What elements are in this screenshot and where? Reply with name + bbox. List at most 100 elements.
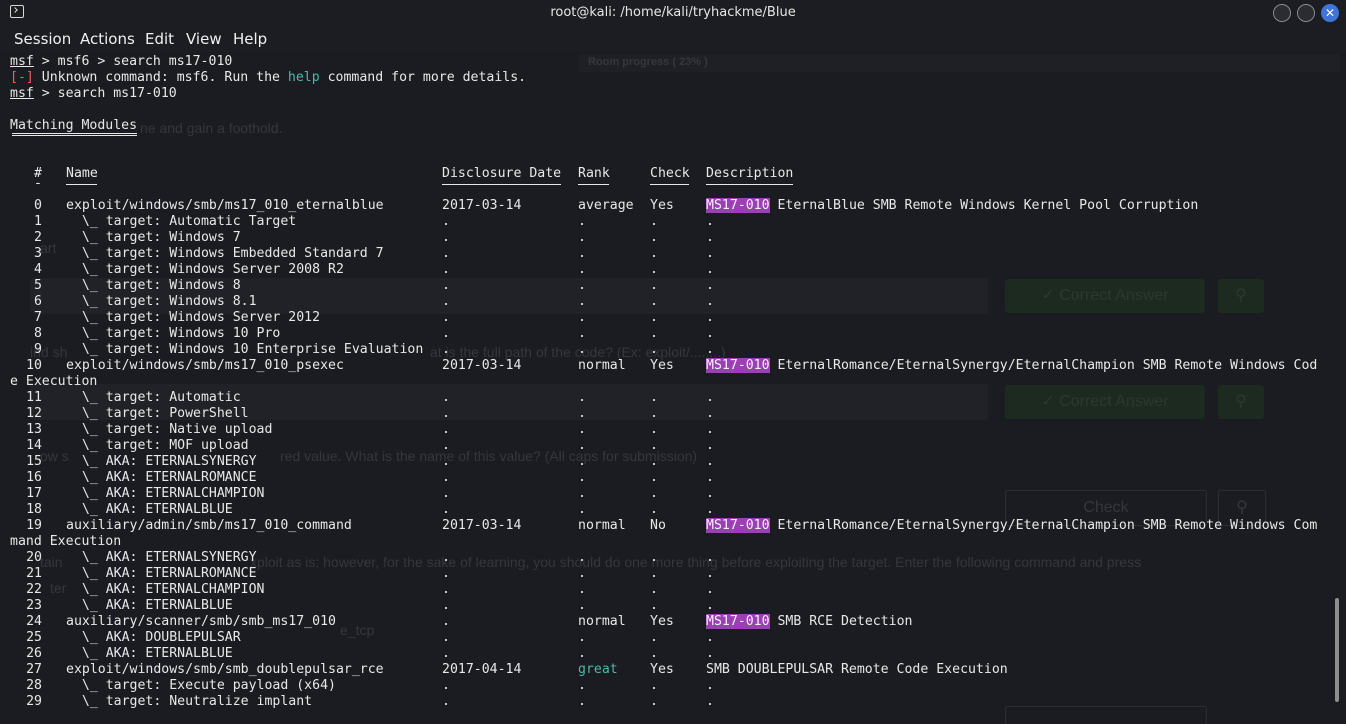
menu-view[interactable]: View xyxy=(186,30,222,48)
description-text: . xyxy=(706,502,714,517)
matching-modules-heading: Matching Modules xyxy=(10,118,138,133)
cell-num: 27 xyxy=(26,662,42,677)
cell-name: auxiliary/admin/smb/ms17_010_command xyxy=(66,518,352,533)
table-row: 3 \_ target: Windows Embedded Standard 7… xyxy=(10,246,1340,262)
cell-desc: . xyxy=(706,278,714,294)
col-header-check: Check xyxy=(650,166,690,181)
cell-name: \_ target: Neutralize implant xyxy=(66,694,313,709)
cell-desc: . xyxy=(706,438,714,454)
cell-check: Yes xyxy=(650,662,674,677)
cell-rank: normal xyxy=(578,518,626,533)
table-row: 10 exploit/windows/smb/ms17_010_psexec 201… xyxy=(10,358,1340,374)
terminal-area[interactable]: Room progress ( 23% ) ne and gain a foot… xyxy=(0,52,1346,724)
cell-date: . xyxy=(442,486,450,501)
cell-num: 25 xyxy=(26,630,42,645)
cell-num: 15 xyxy=(26,454,42,469)
table-row: 2 \_ target: Windows 7.... xyxy=(10,230,1340,246)
table-row: 19 auxiliary/admin/smb/ms17_010_command 20… xyxy=(10,518,1340,534)
description-text: SMB RCE Detection xyxy=(777,614,913,629)
cell-rank: . xyxy=(578,454,586,469)
table-row: 1 \_ target: Automatic Target.... xyxy=(10,214,1340,230)
description-text: . xyxy=(706,454,714,469)
cell-name: \_ AKA: ETERNALSYNERGY xyxy=(66,454,257,469)
cell-check: . xyxy=(650,342,658,357)
cell-name: \_ AKA: ETERNALBLUE xyxy=(66,502,233,517)
wrapped-line: e Execution xyxy=(10,374,1340,390)
cell-name: exploit/windows/smb/ms17_010_eternalblue xyxy=(66,198,384,213)
description-text: . xyxy=(706,566,714,581)
cell-num: 1 xyxy=(34,214,42,229)
cell-desc: . xyxy=(706,214,714,230)
cell-date: . xyxy=(442,454,450,469)
cell-name: \_ target: Execute payload (x64) xyxy=(66,678,336,693)
cell-name: \_ AKA: ETERNALCHAMPION xyxy=(66,486,265,501)
cell-desc: MS17-010 SMB RCE Detection xyxy=(706,614,912,630)
cell-check: . xyxy=(650,694,658,709)
cell-check: . xyxy=(650,646,658,661)
cell-desc: . xyxy=(706,678,714,694)
description-text: . xyxy=(706,326,714,341)
cell-check: . xyxy=(650,422,658,437)
cell-rank: . xyxy=(578,406,586,421)
cell-name: \_ target: Windows Embedded Standard 7 xyxy=(66,246,384,261)
close-button[interactable]: ✕ xyxy=(1321,4,1339,22)
cell-num: 22 xyxy=(26,582,42,597)
menu-bar: Session Actions Edit View Help xyxy=(0,26,1346,52)
col-header-desc: Description xyxy=(706,166,794,181)
cell-check: . xyxy=(650,566,658,581)
cell-check: . xyxy=(650,246,658,261)
maximize-button[interactable] xyxy=(1297,4,1315,22)
cell-desc: . xyxy=(706,566,714,582)
terminal-window: root@kali: /home/kali/tryhackme/Blue ✕ S… xyxy=(0,0,1346,724)
table-row: 29 \_ target: Neutralize implant.... xyxy=(10,694,1340,710)
cell-date: . xyxy=(442,630,450,645)
cell-date: . xyxy=(442,582,450,597)
table-row: 5 \_ target: Windows 8.... xyxy=(10,278,1340,294)
cell-desc: . xyxy=(706,246,714,262)
menu-session[interactable]: Session xyxy=(14,30,71,48)
cell-rank: . xyxy=(578,582,586,597)
cell-rank: . xyxy=(578,230,586,245)
terminal-line: msf > search ms17-010 xyxy=(10,86,1340,102)
terminal-line: [-] Unknown command: msf6. Run the help … xyxy=(10,70,1340,86)
cell-name: \_ target: Windows 7 xyxy=(66,230,241,245)
cell-check: . xyxy=(650,598,658,613)
table-row: 7 \_ target: Windows Server 2012.... xyxy=(10,310,1340,326)
table-row: 28 \_ target: Execute payload (x64).... xyxy=(10,678,1340,694)
cell-desc: . xyxy=(706,326,714,342)
error-marker: [-] xyxy=(10,70,34,85)
cell-date: . xyxy=(442,678,450,693)
description-text: . xyxy=(706,646,714,661)
menu-actions[interactable]: Actions xyxy=(80,30,135,48)
menu-edit[interactable]: Edit xyxy=(145,30,174,48)
description-text: EternalRomance/EternalSynergy/EternalCha… xyxy=(777,518,1318,533)
cell-num: 28 xyxy=(26,678,42,693)
cell-rank: . xyxy=(578,294,586,309)
cell-check: . xyxy=(650,390,658,405)
cell-rank: . xyxy=(578,262,586,277)
cell-date: . xyxy=(442,326,450,341)
cell-desc: SMB DOUBLEPULSAR Remote Code Execution xyxy=(706,662,1008,678)
underline-rank xyxy=(578,184,609,185)
description-text: . xyxy=(706,598,714,613)
cell-num: 9 xyxy=(34,342,42,357)
cell-num: 12 xyxy=(26,406,42,421)
cell-name: \_ target: Windows Server 2012 xyxy=(66,310,321,325)
scrollbar-thumb[interactable] xyxy=(1335,598,1339,702)
cell-date: . xyxy=(442,310,450,325)
menu-help[interactable]: Help xyxy=(233,30,267,48)
cell-name: auxiliary/scanner/smb/smb_ms17_010 xyxy=(66,614,336,629)
cell-desc: . xyxy=(706,294,714,310)
cell-rank: . xyxy=(578,566,586,581)
table-row: 26 \_ AKA: ETERNALBLUE.... xyxy=(10,646,1340,662)
cell-name: exploit/windows/smb/ms17_010_psexec xyxy=(66,358,344,373)
cell-name: \_ target: Windows 10 Enterprise Evaluat… xyxy=(66,342,424,357)
cell-check: . xyxy=(650,326,658,341)
minimize-button[interactable] xyxy=(1273,4,1291,22)
cell-rank: average xyxy=(578,198,634,213)
cell-rank: normal xyxy=(578,358,626,373)
description-text: . xyxy=(706,294,714,309)
cell-desc: . xyxy=(706,582,714,598)
cell-date: . xyxy=(442,390,450,405)
